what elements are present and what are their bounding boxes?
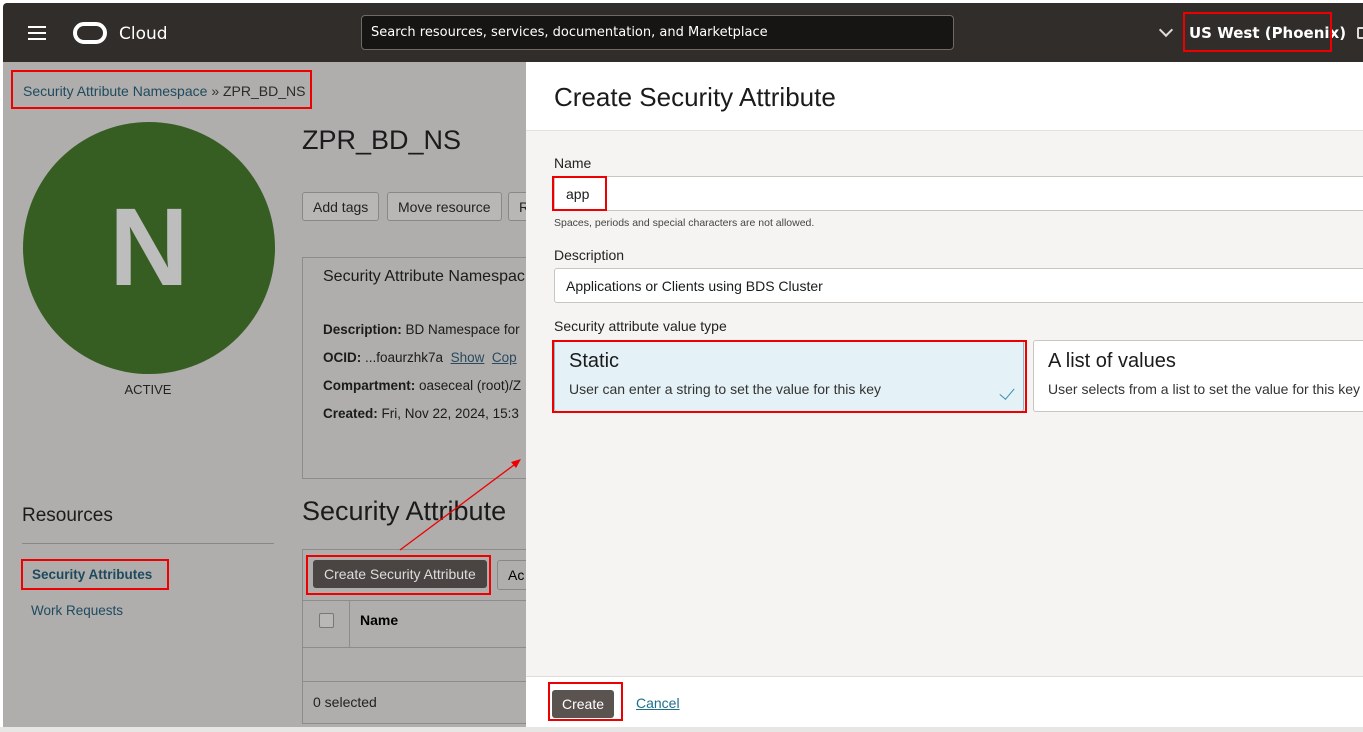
annotation-arrow [399, 459, 521, 551]
